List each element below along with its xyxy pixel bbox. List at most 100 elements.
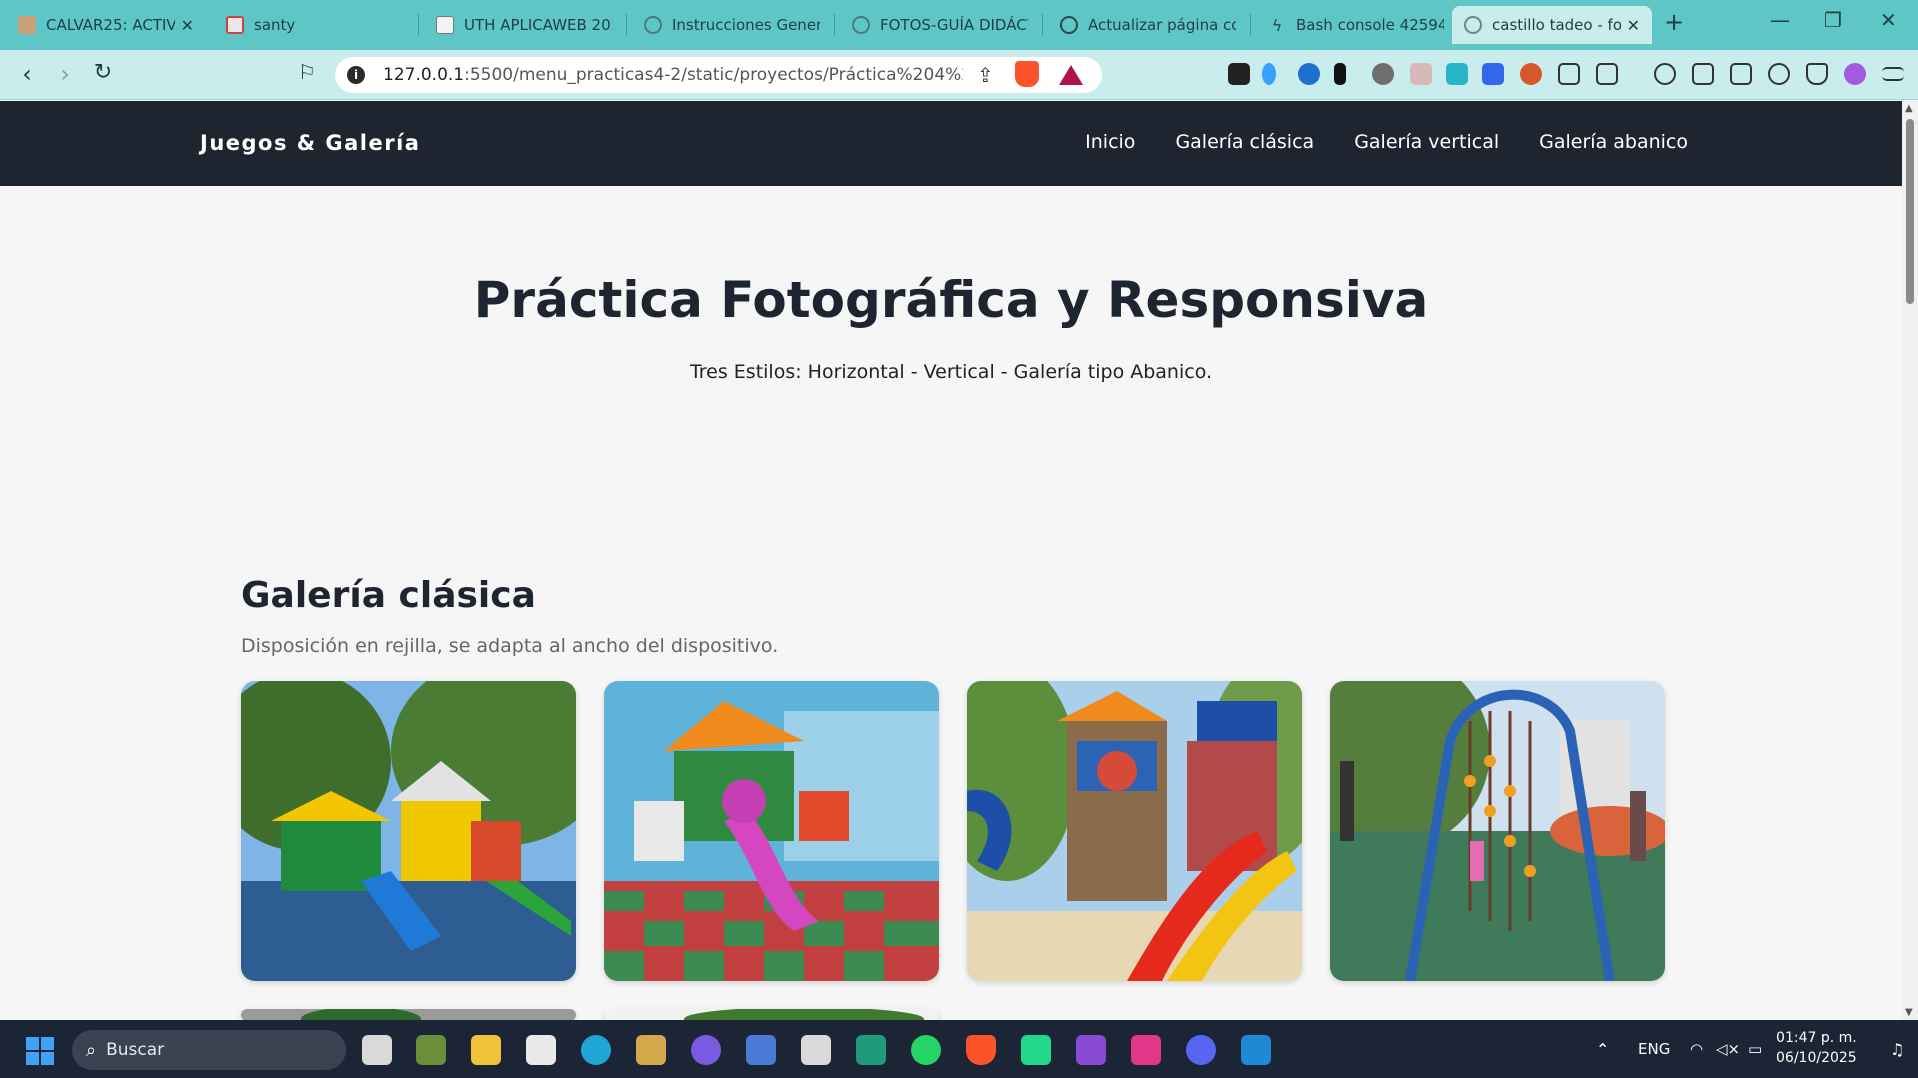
extension-off-icon[interactable] [1228, 63, 1250, 85]
tab-actualizar-pagina[interactable]: Actualizar página con [1048, 6, 1248, 44]
site-info-icon[interactable]: i [347, 66, 365, 84]
tab-title: Actualizar página con [1088, 16, 1236, 34]
copilot-icon[interactable] [691, 1035, 721, 1065]
gallery-photo[interactable] [604, 1009, 939, 1020]
wallet-icon[interactable] [1730, 63, 1752, 85]
menu-icon[interactable] [1882, 67, 1904, 81]
tray-expand-icon[interactable]: ⌃ [1596, 1040, 1609, 1059]
nav-link-galeria-abanico[interactable]: Galería abanico [1539, 131, 1688, 153]
new-tab-button[interactable]: + [1664, 8, 1684, 36]
extension-monitor-icon[interactable] [1410, 63, 1432, 85]
tab-castillo-tadeo[interactable]: castillo tadeo - fo ✕ [1452, 6, 1652, 44]
back-button[interactable]: ‹ [12, 60, 42, 88]
whatsapp-icon[interactable] [911, 1035, 941, 1065]
close-tab-icon[interactable]: ✕ [1627, 16, 1640, 35]
windows-taskbar: ⌕ Buscar ⌃ ENG ◠ ◁× ▭ 01:47 p. m. 06/10/… [0, 1020, 1918, 1078]
site-brand[interactable]: Juegos & Galería [200, 131, 420, 155]
page-scrollbar[interactable]: ▲ ▼ [1902, 101, 1918, 1020]
extension-bird-icon[interactable] [1520, 63, 1542, 85]
tab-bash-console[interactable]: ϟ Bash console 425945 [1256, 6, 1456, 44]
search-placeholder: Buscar [106, 1040, 165, 1060]
share-icon[interactable]: ⇪ [977, 63, 994, 87]
wifi-icon[interactable]: ◠ [1690, 1040, 1703, 1058]
vpn-shield-icon[interactable] [1806, 63, 1828, 85]
nav-link-galeria-vertical[interactable]: Galería vertical [1354, 131, 1499, 153]
brave-shields-icon[interactable] [1015, 61, 1039, 87]
tab-title: castillo tadeo - fo [1492, 16, 1621, 34]
brave-rewards-icon[interactable] [1059, 65, 1083, 85]
gallery-photo[interactable] [604, 681, 939, 981]
extensions-puzzle-icon[interactable] [1558, 63, 1580, 85]
gallery-photo[interactable] [967, 681, 1302, 981]
wamp-icon[interactable] [1131, 1035, 1161, 1065]
vscode-icon[interactable] [1241, 1035, 1271, 1065]
profile-avatar[interactable] [1844, 63, 1866, 85]
playground-photo-image [241, 681, 576, 981]
tab-instrucciones[interactable]: Instrucciones Generales [632, 6, 832, 44]
extension-figure-icon[interactable] [1334, 63, 1346, 85]
gallery-photo[interactable] [1330, 681, 1665, 981]
tab-favicon-icon [852, 16, 870, 34]
tab-separator [834, 14, 835, 36]
minimize-button[interactable]: — [1770, 8, 1790, 32]
extension-screenshot-icon[interactable] [1446, 63, 1468, 85]
extension-audio-icon[interactable] [1262, 63, 1276, 85]
playground-photo-image [241, 1009, 576, 1020]
pycharm-icon[interactable] [1021, 1035, 1051, 1065]
extension-eye-icon[interactable] [1372, 63, 1394, 85]
forward-button[interactable]: › [50, 60, 80, 88]
tab-santy[interactable]: santy [214, 6, 414, 44]
scroll-down-icon[interactable]: ▼ [1905, 1007, 1913, 1018]
clock-date: 06/10/2025 [1776, 1050, 1857, 1066]
visual-studio-icon[interactable] [1076, 1035, 1106, 1065]
close-window-button[interactable]: ✕ [1880, 8, 1897, 32]
url-text[interactable]: 127.0.0.1:5500/menu_practicas4-2/static/… [383, 65, 963, 85]
tab-uth-aplicaweb[interactable]: UTH APLICAWEB 2025 [424, 6, 624, 44]
brave-icon[interactable] [966, 1035, 996, 1065]
tab-favicon-icon [226, 16, 244, 34]
notifications-icon[interactable]: ♫ [1890, 1040, 1904, 1059]
gallery-photo[interactable] [241, 1009, 576, 1020]
microsoft-store-icon[interactable] [526, 1035, 556, 1065]
close-tab-icon[interactable]: ✕ [181, 16, 194, 35]
task-view-icon[interactable] [362, 1035, 392, 1065]
taskbar-search[interactable]: ⌕ Buscar [72, 1030, 346, 1070]
language-indicator[interactable]: ENG [1638, 1040, 1670, 1058]
battery-icon[interactable]: ▭ [1748, 1040, 1762, 1058]
sparkle-icon[interactable] [1768, 63, 1790, 85]
extension-plus-icon[interactable] [1298, 63, 1320, 85]
taskbar-clock[interactable]: 01:47 p. m. 06/10/2025 [1776, 1028, 1857, 1068]
scrollbar-thumb[interactable] [1906, 119, 1914, 304]
network-app-icon[interactable] [746, 1035, 776, 1065]
visual-studio-installer-icon[interactable] [856, 1035, 886, 1065]
edge-icon[interactable] [581, 1035, 611, 1065]
sidebar-icon[interactable] [1692, 63, 1714, 85]
restore-button[interactable]: ❐ [1824, 8, 1842, 32]
reload-button[interactable]: ↻ [88, 60, 118, 85]
tab-separator [1250, 14, 1251, 36]
tab-title: CALVAR25: ACTIVI [46, 16, 175, 34]
url-host: 127.0.0.1 [383, 65, 465, 85]
search-icon: ⌕ [86, 1039, 97, 1061]
file-explorer-icon[interactable] [471, 1035, 501, 1065]
gallery-photo[interactable] [241, 681, 576, 981]
extension-reader-icon[interactable] [1596, 63, 1618, 85]
tab-favicon-icon [436, 16, 454, 34]
volume-muted-icon[interactable]: ◁× [1716, 1040, 1740, 1058]
discord-icon[interactable] [1186, 1035, 1216, 1065]
web-page: Juegos & Galería Inicio Galería clásica … [0, 101, 1902, 1020]
nav-link-inicio[interactable]: Inicio [1085, 131, 1135, 153]
tab-calvar25[interactable]: CALVAR25: ACTIVI ✕ [6, 6, 206, 44]
minecraft-icon[interactable] [416, 1035, 446, 1065]
clock-time: 01:47 p. m. [1776, 1030, 1857, 1046]
bookmark-icon[interactable]: ⚐ [292, 60, 322, 84]
leo-ai-icon[interactable] [1654, 63, 1676, 85]
winrar-icon[interactable] [636, 1035, 666, 1065]
nav-link-galeria-clasica[interactable]: Galería clásica [1175, 131, 1314, 153]
address-bar[interactable]: i 127.0.0.1:5500/menu_practicas4-2/stati… [335, 57, 1102, 93]
translate-icon[interactable] [1482, 63, 1504, 85]
scroll-up-icon[interactable]: ▲ [1905, 103, 1913, 114]
tab-fotos-guia[interactable]: FOTOS-GUÍA DIDÁCTI [840, 6, 1040, 44]
windows-start-icon[interactable] [26, 1037, 54, 1065]
snipping-tool-icon[interactable] [801, 1035, 831, 1065]
